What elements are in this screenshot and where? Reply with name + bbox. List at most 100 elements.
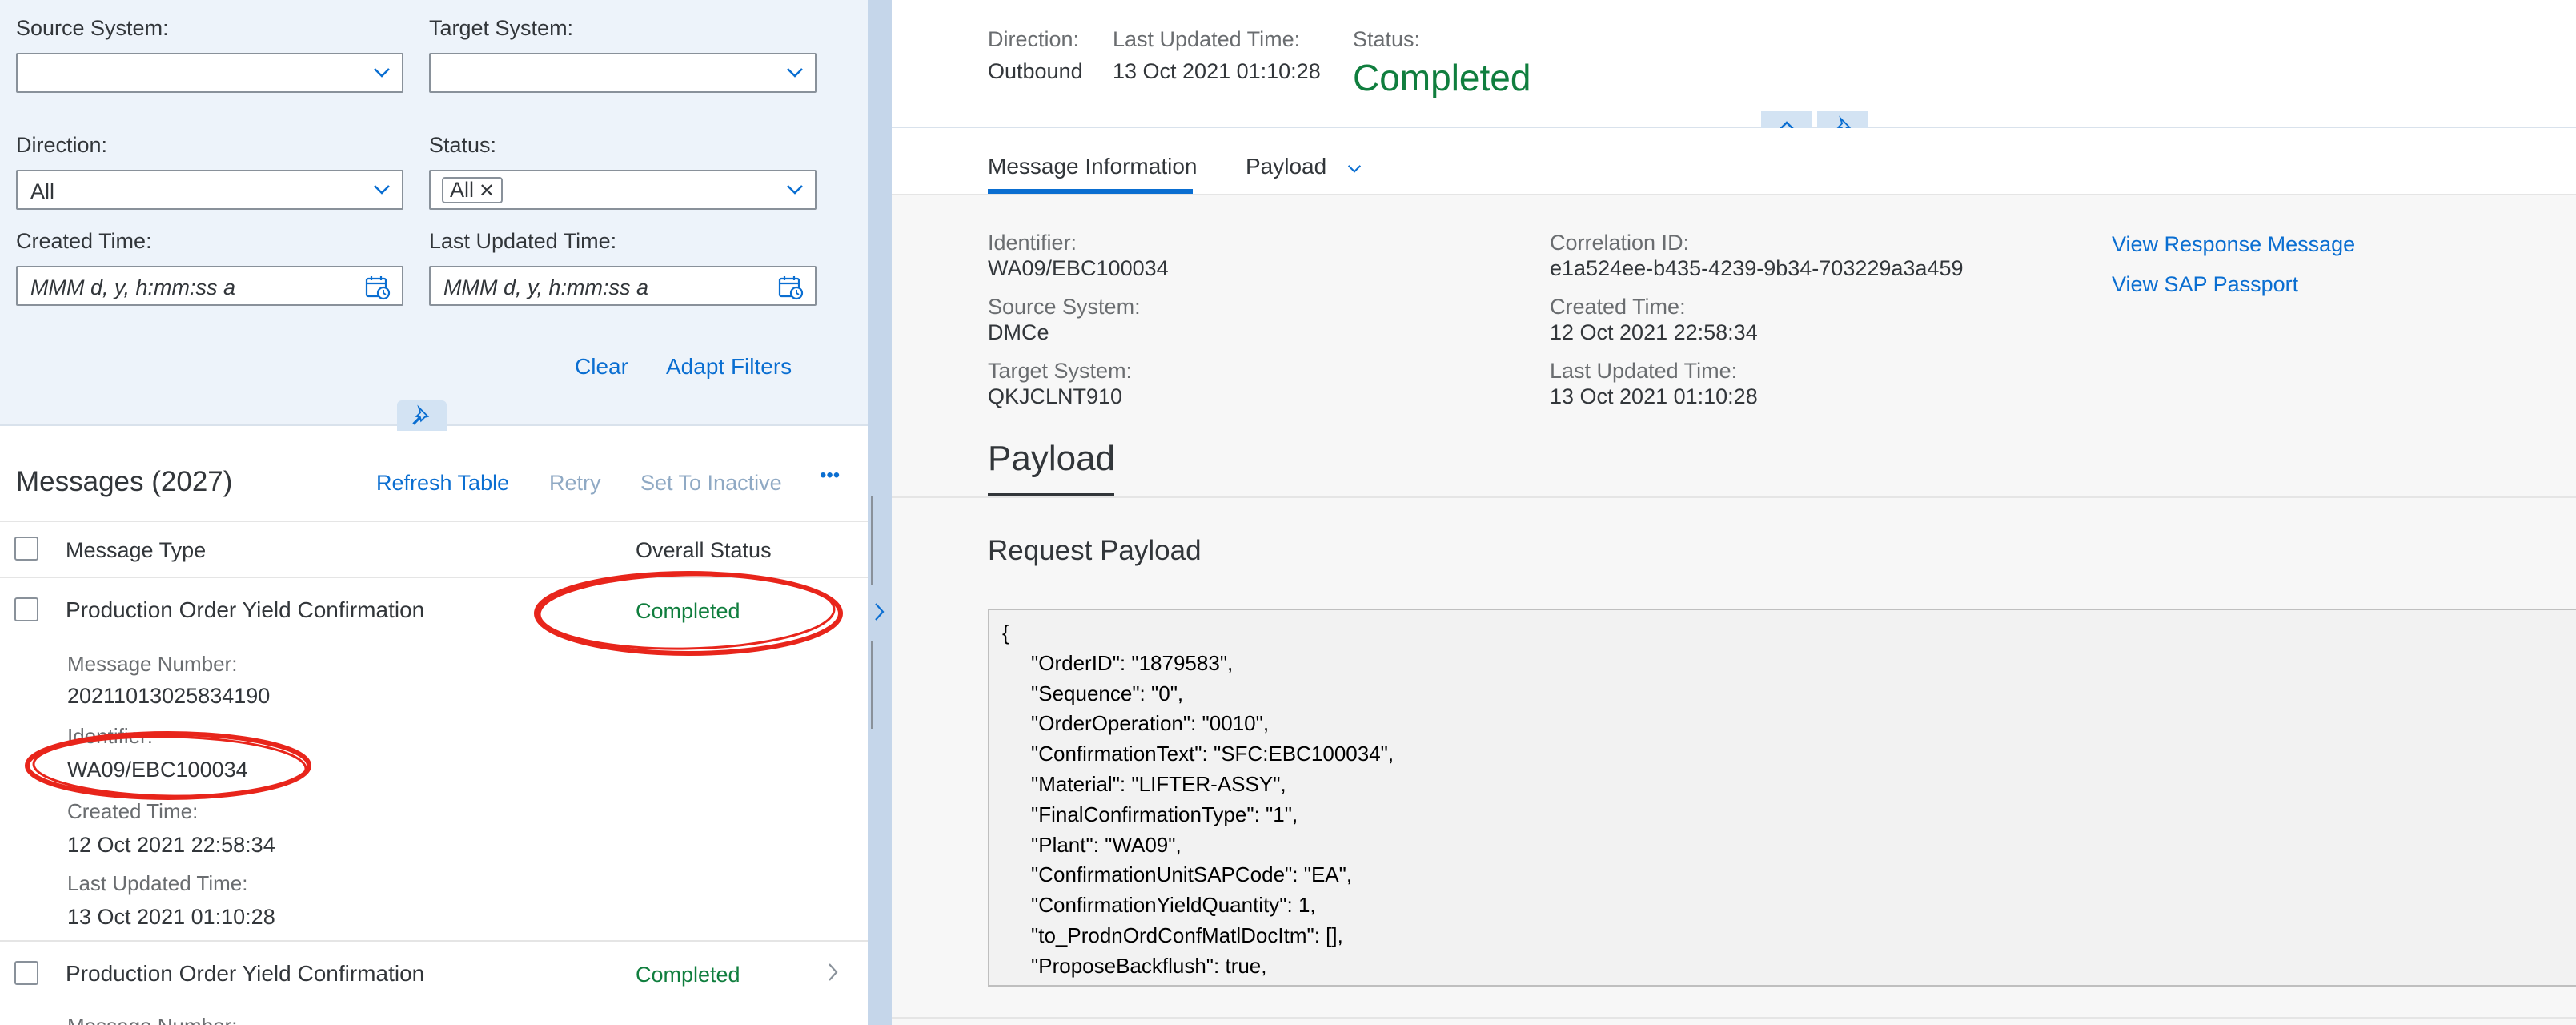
- chevron-down-icon: [1347, 165, 1362, 173]
- table-column-header: Message Type Overall Status: [0, 522, 868, 578]
- table-toolbar: Messages (2027) Refresh Table Retry Set …: [0, 442, 868, 522]
- created-time-value: 12 Oct 2021 22:58:34: [67, 833, 275, 857]
- chevron-right-icon[interactable]: [874, 602, 885, 621]
- direction-value: Outbound: [988, 59, 1083, 83]
- source-system-label: Source System:: [16, 16, 169, 40]
- payload-section-title: Payload: [988, 439, 1116, 478]
- status-label: Status:: [1353, 27, 1421, 51]
- target-system-value: QKJCLNT910: [988, 384, 1123, 408]
- message-number-label: Message Number:: [67, 652, 238, 676]
- tab-bar: Message Information Payload: [892, 128, 2576, 195]
- created-time-value: 12 Oct 2021 22:58:34: [1550, 320, 1758, 344]
- adapt-filters-button[interactable]: Adapt Filters: [666, 354, 792, 380]
- code-line: "FinalConfirmationType": "1",: [1031, 802, 1298, 826]
- bottom-divider: [892, 1017, 2576, 1019]
- identifier-label: Identifier:: [67, 724, 153, 748]
- message-number: 20211013025834190: [67, 684, 271, 708]
- set-to-inactive-button[interactable]: Set To Inactive: [640, 471, 782, 496]
- status-badge: Completed: [636, 963, 740, 987]
- view-sap-passport-link[interactable]: View SAP Passport: [2112, 272, 2298, 297]
- request-payload-title: Request Payload: [988, 535, 1202, 566]
- message-type: Production Order Yield Confirmation: [66, 961, 425, 986]
- last-updated-value: 13 Oct 2021 01:10:28: [67, 905, 275, 929]
- created-time-label: Created Time:: [67, 799, 199, 823]
- status-label: Status:: [429, 133, 497, 157]
- calendar-icon[interactable]: [365, 275, 391, 300]
- last-updated-label: Last Updated Time:: [1113, 27, 1301, 51]
- last-updated-label: Last Updated Time:: [67, 871, 248, 895]
- code-line: "ConfirmationText": "SFC:EBC100034",: [1031, 742, 1394, 766]
- last-updated-time-label: Last Updated Time:: [429, 229, 617, 253]
- refresh-table-button[interactable]: Refresh Table: [376, 471, 509, 496]
- code-line: "Sequence": "0",: [1031, 681, 1184, 705]
- chevron-down-icon: [787, 185, 803, 195]
- status-badge: Completed: [636, 599, 740, 623]
- last-updated-label: Last Updated Time:: [1550, 359, 1738, 383]
- status-value: Completed: [1353, 57, 1531, 98]
- code-line: "Material": "LIFTER-ASSY",: [1031, 771, 1286, 796]
- more-icon[interactable]: •••: [820, 464, 840, 487]
- direction-label: Direction:: [16, 133, 108, 157]
- identifier-value: WA09/EBC100034: [988, 256, 1169, 280]
- source-system-select[interactable]: [16, 53, 403, 93]
- correlation-id-label: Correlation ID:: [1550, 231, 1690, 255]
- last-updated-placeholder: MMM d, y, h:mm:ss a: [443, 275, 649, 299]
- created-time-picker[interactable]: MMM d, y, h:mm:ss a: [16, 266, 403, 306]
- table-title: Messages (2027): [16, 466, 233, 497]
- created-time-label: Created Time:: [1550, 295, 1686, 319]
- status-multiselect[interactable]: All ✕: [429, 170, 817, 210]
- code-line: "Plant": "WA09",: [1031, 832, 1182, 857]
- source-system-value: DMCe: [988, 320, 1049, 344]
- code-line: "ConfirmationYieldQuantity": 1,: [1031, 893, 1316, 918]
- direction-value: All: [30, 179, 55, 203]
- request-payload-code[interactable]: { "OrderID": "1879583", "Sequence": "0",…: [988, 609, 2576, 987]
- chevron-right-icon[interactable]: [828, 963, 839, 982]
- message-number-label: Message Number:: [67, 1014, 237, 1025]
- code-line: "to_ProdnOrdConfMatlDocItm": [],: [1031, 922, 1343, 947]
- tab-payload-label: Payload: [1246, 154, 1327, 179]
- message-type: Production Order Yield Confirmation: [66, 597, 425, 622]
- target-system-label: Target System:: [429, 16, 574, 40]
- splitter-grip: [871, 496, 873, 585]
- source-system-label: Source System:: [988, 295, 1141, 319]
- created-time-placeholder: MMM d, y, h:mm:ss a: [30, 275, 236, 299]
- message-detail-pane: Direction: Outbound Last Updated Time: 1…: [892, 0, 2576, 1025]
- last-updated-value: 13 Oct 2021 01:10:28: [1550, 384, 1758, 408]
- table-row[interactable]: Production Order Yield Confirmation Comp…: [0, 578, 868, 942]
- pin-icon: [412, 404, 430, 425]
- pin-header-button[interactable]: [397, 400, 447, 431]
- code-line: "ConfirmationUnitSAPCode": "EA",: [1031, 862, 1353, 887]
- status-token[interactable]: All ✕: [442, 177, 504, 203]
- column-overall-status: Overall Status: [636, 538, 772, 562]
- target-system-label: Target System:: [988, 359, 1133, 383]
- object-header: Direction: Outbound Last Updated Time: 1…: [892, 0, 2576, 128]
- active-tab-indicator: [988, 189, 1193, 194]
- identifier-label: Identifier:: [988, 231, 1077, 255]
- code-line: "ProposeBackflush": true,: [1031, 953, 1267, 978]
- direction-select[interactable]: All: [16, 170, 403, 210]
- message-list-pane: Source System: Target System: Direction:…: [0, 0, 868, 1025]
- identifier-value: WA09/EBC100034: [67, 758, 248, 782]
- row-checkbox[interactable]: [14, 597, 38, 621]
- clear-button[interactable]: Clear: [575, 354, 628, 380]
- pane-splitter[interactable]: [868, 0, 892, 1025]
- retry-button[interactable]: Retry: [549, 471, 601, 496]
- code-line: "OrderID": "1879583",: [1031, 650, 1234, 675]
- close-icon[interactable]: ✕: [479, 180, 495, 202]
- table-row[interactable]: Production Order Yield Confirmation Comp…: [0, 942, 868, 1025]
- target-system-select[interactable]: [429, 53, 817, 93]
- code-line: "OrderOperation": "0010",: [1031, 711, 1270, 736]
- created-time-label: Created Time:: [16, 229, 152, 253]
- select-all-checkbox[interactable]: [14, 537, 38, 561]
- calendar-icon[interactable]: [778, 275, 804, 300]
- tab-message-information[interactable]: Message Information: [988, 154, 1197, 179]
- last-updated-time-picker[interactable]: MMM d, y, h:mm:ss a: [429, 266, 817, 306]
- last-updated-value: 13 Oct 2021 01:10:28: [1113, 59, 1321, 83]
- code-line: {: [1002, 621, 1009, 645]
- chevron-down-icon: [374, 68, 390, 78]
- status-token-label: All: [450, 178, 475, 202]
- row-checkbox[interactable]: [14, 961, 38, 985]
- tab-payload[interactable]: Payload: [1246, 154, 1362, 179]
- view-response-message-link[interactable]: View Response Message: [2112, 232, 2355, 257]
- column-message-type: Message Type: [66, 538, 207, 562]
